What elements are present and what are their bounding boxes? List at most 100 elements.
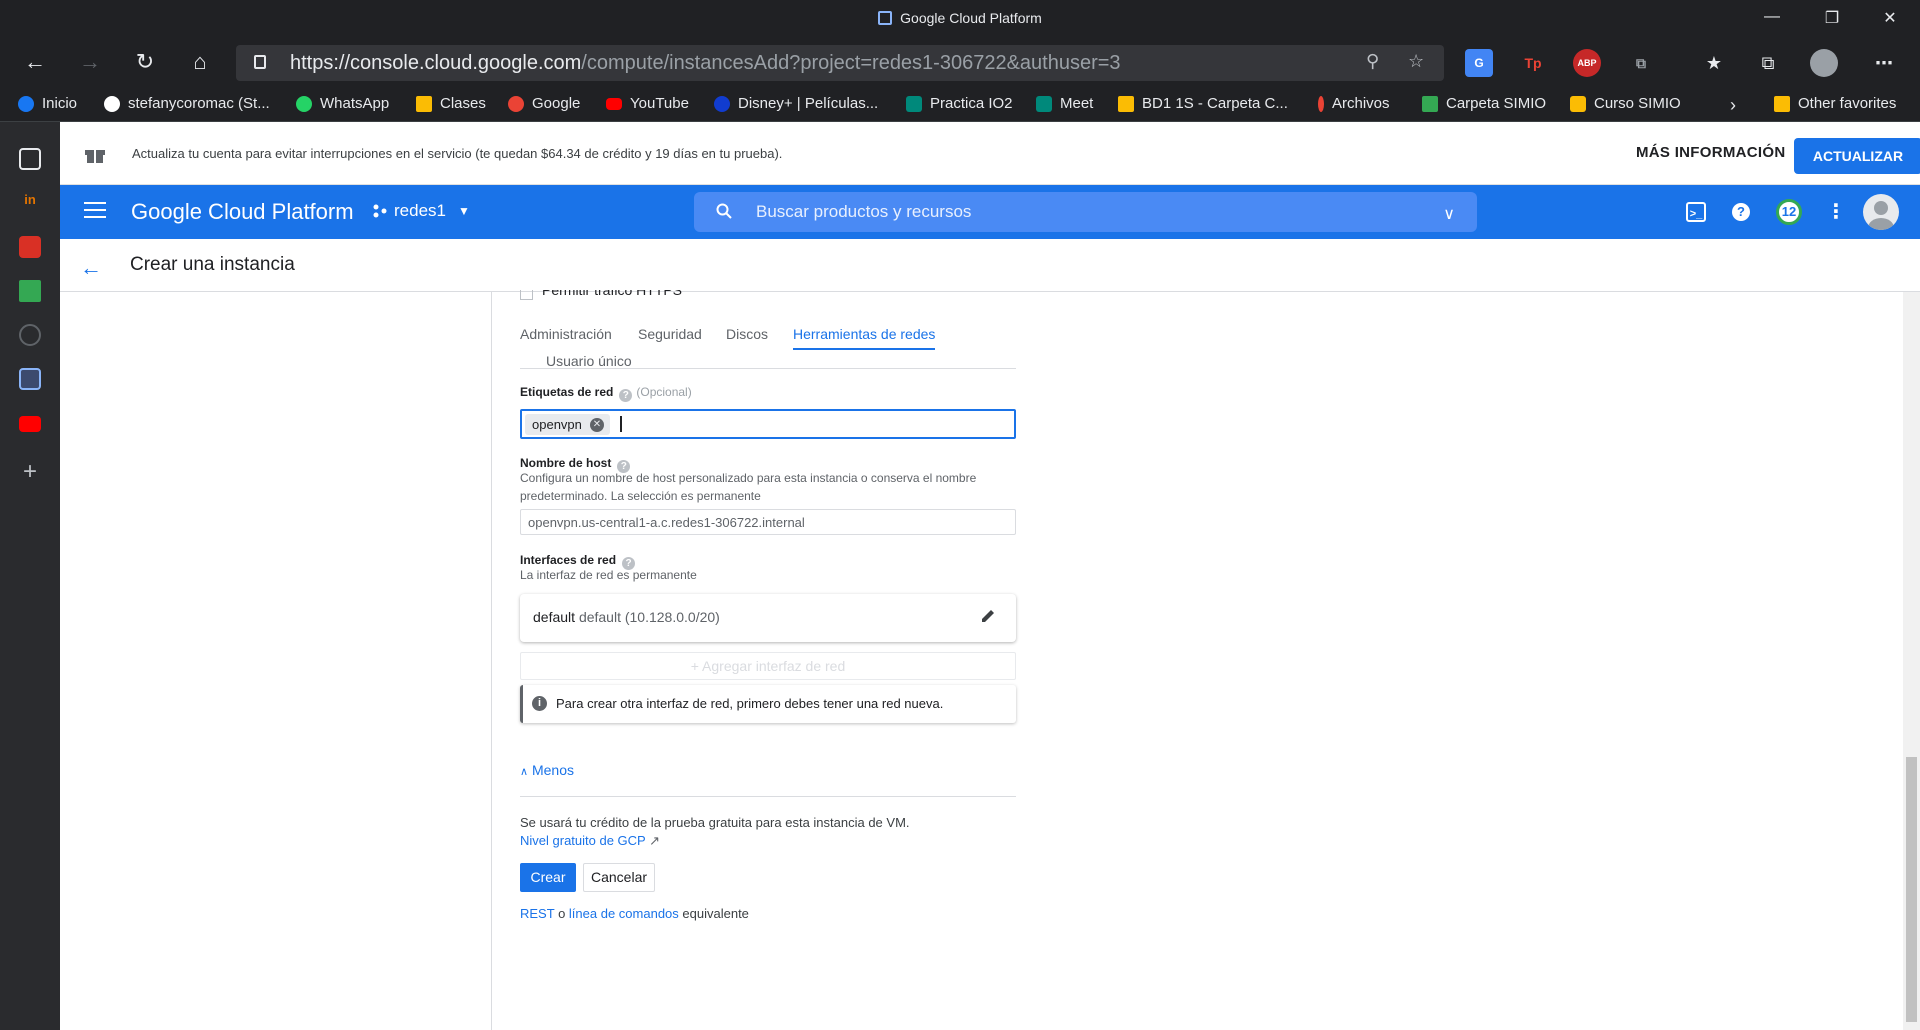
command-line-link[interactable]: línea de comandos — [569, 906, 679, 921]
page-scrollbar[interactable] — [1903, 292, 1920, 1030]
url-text[interactable]: https://console.cloud.google.com/compute… — [290, 52, 1121, 75]
youtube-icon[interactable] — [19, 416, 41, 432]
chevron-down-icon[interactable]: ∨ — [1443, 204, 1455, 224]
browser-menu-icon[interactable]: ⋯ — [1870, 49, 1898, 77]
disney-icon — [714, 95, 730, 112]
adblock-extension-icon[interactable]: ABP — [1573, 49, 1601, 77]
github-icon — [104, 95, 120, 112]
tab-herramientas-de-redes[interactable]: Herramientas de redes — [793, 326, 936, 350]
network-interface-card[interactable]: default default (10.128.0.0/20) — [520, 594, 1016, 642]
more-info-link[interactable]: MÁS INFORMACIÓN — [1636, 144, 1786, 161]
forward-icon[interactable]: → — [75, 48, 105, 78]
more-bookmarks-chevron-icon[interactable]: › — [1730, 95, 1736, 116]
avatar[interactable] — [1863, 194, 1899, 230]
tab-discos[interactable]: Discos — [726, 326, 768, 342]
address-bar[interactable]: https://console.cloud.google.com/compute… — [236, 45, 1444, 81]
bookmark-clases[interactable]: Clases — [416, 95, 486, 112]
drive-icon[interactable] — [19, 280, 41, 302]
translate-extension-icon[interactable]: G — [1465, 49, 1493, 77]
chevron-down-icon: ▼ — [457, 204, 470, 218]
profile-avatar[interactable] — [1810, 49, 1838, 77]
bookmark-bd1[interactable]: BD1 1S - Carpeta C... — [1118, 95, 1288, 112]
add-favorite-icon[interactable]: ☆ — [1408, 51, 1424, 72]
bookmark-github[interactable]: stefanycoromac (St... — [104, 95, 270, 112]
restore-icon[interactable]: ❐ — [1812, 8, 1852, 28]
hostname-field[interactable] — [520, 509, 1016, 535]
cancel-button[interactable]: Cancelar — [583, 863, 655, 892]
promo-banner: Actualiza tu cuenta para evitar interrup… — [60, 122, 1920, 185]
notifications-badge[interactable]: 12 — [1776, 199, 1802, 225]
scrollbar-thumb[interactable] — [1906, 757, 1917, 1022]
pdf-icon[interactable] — [19, 236, 41, 258]
upgrade-button[interactable]: ACTUALIZAR — [1794, 138, 1920, 174]
interface-name: default — [533, 609, 576, 625]
meet-icon — [906, 95, 922, 112]
https-checkbox[interactable] — [520, 290, 533, 300]
project-selector[interactable]: redes1 ▼ — [372, 201, 470, 221]
minimize-icon[interactable]: — — [1752, 8, 1792, 26]
close-icon[interactable]: ✕ — [1870, 8, 1910, 28]
whatsapp-icon — [296, 95, 312, 112]
gcp-brand[interactable]: Google Cloud Platform — [131, 199, 354, 225]
gift-icon — [85, 150, 105, 163]
credit-text: Se usará tu crédito de la prueba gratuit… — [520, 815, 910, 830]
bookmark-curso-simio[interactable]: Curso SIMIO — [1570, 95, 1681, 112]
page-content: Actualiza tu cuenta para evitar interrup… — [60, 122, 1920, 1030]
facebook-icon — [18, 95, 34, 112]
rest-link[interactable]: REST — [520, 906, 554, 921]
network-tags-input[interactable]: openvpn ✕ — [520, 409, 1016, 439]
external-link-icon: ↗ — [649, 833, 661, 848]
youtube-icon — [606, 97, 622, 110]
tab-administracion[interactable]: Administración — [520, 326, 612, 342]
bookmark-carpeta-simio[interactable]: Carpeta SIMIO — [1422, 95, 1546, 112]
page-title: Crear una instancia — [130, 254, 295, 275]
app-icon[interactable]: in — [19, 192, 41, 214]
more-vert-icon[interactable]: ⋮ — [1824, 200, 1848, 224]
less-toggle[interactable]: ∧ Menos — [520, 762, 574, 778]
https-checkbox-row[interactable]: Permitir tráfico HTTPS — [520, 290, 920, 300]
project-icon — [373, 204, 387, 218]
back-icon[interactable]: ← — [20, 48, 50, 78]
gcp-app-icon[interactable] — [19, 368, 41, 390]
other-favorites[interactable]: Other favorites — [1774, 95, 1896, 112]
bookmark-disney[interactable]: Disney+ | Películas... — [714, 95, 878, 112]
hamburger-menu-icon[interactable] — [84, 202, 106, 220]
bookmark-meet[interactable]: Meet — [1036, 95, 1093, 112]
add-icon[interactable]: + — [19, 460, 41, 484]
bookmark-youtube[interactable]: YouTube — [606, 95, 689, 112]
folder-icon — [1774, 95, 1790, 112]
remove-chip-icon[interactable]: ✕ — [589, 417, 604, 432]
divider — [491, 292, 492, 1030]
reload-icon[interactable]: ↻ — [130, 48, 160, 78]
bookmark-practica-io2[interactable]: Practica IO2 — [906, 95, 1013, 112]
tab-usuario-unico[interactable]: Usuario único — [546, 353, 632, 369]
interface-detail: default (10.128.0.0/20) — [578, 609, 720, 625]
browser-toolbar: ← → ↻ ⌂ https://console.cloud.google.com… — [0, 39, 1920, 86]
favorites-icon[interactable]: ★ — [1700, 49, 1728, 77]
free-tier-link[interactable]: Nivel gratuito de GCP — [520, 833, 646, 848]
bookmark-google[interactable]: Google — [508, 95, 580, 112]
gcp-tab-icon — [878, 11, 893, 25]
cloud-shell-icon[interactable]: >_ — [1686, 202, 1706, 222]
extension-icon[interactable]: ⧉ — [1627, 49, 1655, 77]
bookmark-whatsapp[interactable]: WhatsApp — [296, 95, 389, 112]
search-bar[interactable]: ∨ — [694, 192, 1477, 232]
search-input[interactable] — [756, 200, 1416, 224]
collections-icon[interactable]: ⧉ — [1754, 49, 1782, 77]
network-interfaces-hint: La interfaz de red es permanente — [520, 568, 697, 582]
tab-seguridad[interactable]: Seguridad — [638, 326, 702, 342]
reading-icon[interactable] — [19, 148, 41, 170]
tp-extension-icon[interactable]: Tp — [1519, 49, 1547, 77]
help-icon[interactable]: ? — [1732, 203, 1750, 221]
edit-icon[interactable] — [980, 608, 996, 624]
bookmark-archivos[interactable]: Archivos — [1318, 95, 1390, 112]
bookmark-inicio[interactable]: Inicio — [18, 95, 77, 112]
add-network-interface-button[interactable]: + Agregar interfaz de red — [520, 652, 1016, 680]
help-icon[interactable]: ? — [619, 389, 633, 402]
home-icon[interactable]: ⌂ — [185, 48, 215, 78]
zoom-icon[interactable]: ⚲ — [1366, 51, 1379, 72]
browser-sidebar: in + — [0, 122, 60, 1030]
back-arrow-icon[interactable]: ← — [80, 255, 102, 281]
settings-icon[interactable] — [19, 324, 41, 346]
create-button[interactable]: Crear — [520, 863, 576, 892]
